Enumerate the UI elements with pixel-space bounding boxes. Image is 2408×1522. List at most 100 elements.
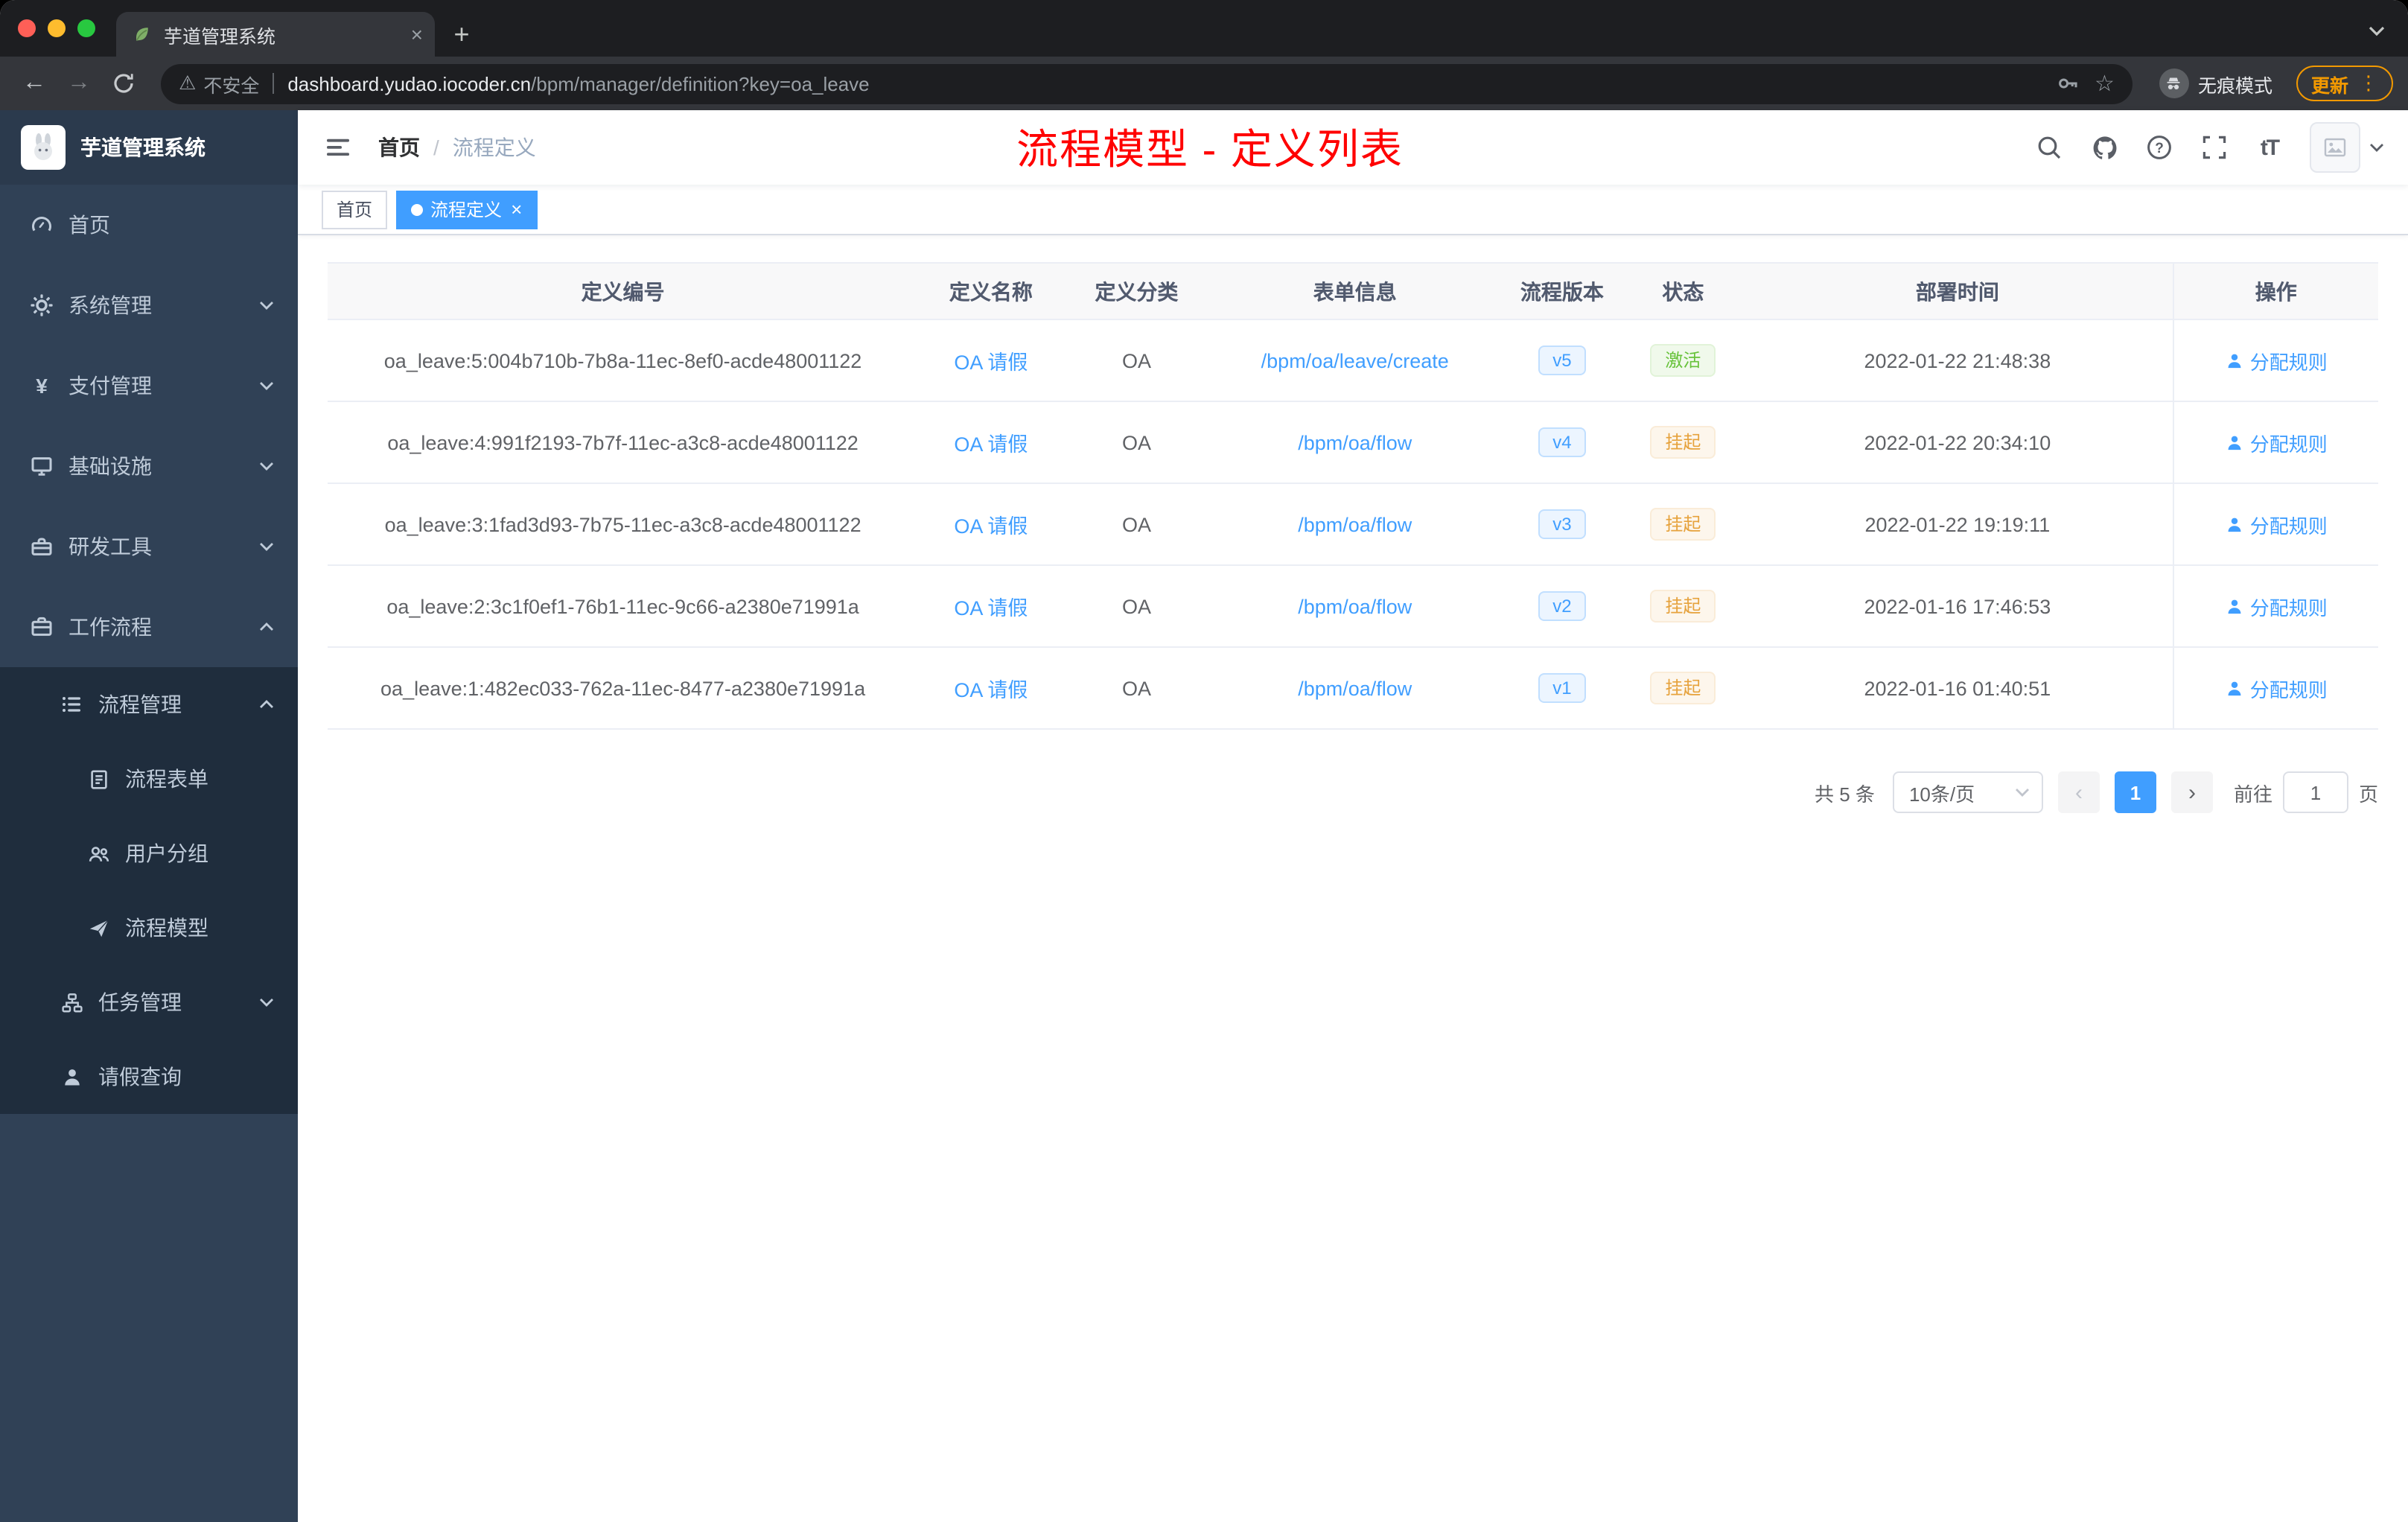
- page-unit-label: 页: [2358, 783, 2378, 805]
- sidebar-logo[interactable]: 芋道管理系统: [0, 110, 298, 185]
- tab-close-icon[interactable]: ×: [411, 24, 423, 45]
- assign-rule-link[interactable]: 分配规则: [2225, 346, 2328, 375]
- definition-name-link[interactable]: OA 请假: [954, 515, 1028, 538]
- font-size-icon[interactable]: tT: [2255, 133, 2284, 162]
- forward-button[interactable]: →: [60, 64, 98, 103]
- tab-title: 芋道管理系统: [164, 26, 276, 47]
- form-link[interactable]: /bpm/oa/leave/create: [1261, 349, 1449, 372]
- app-root: 芋道管理系统 首页 系统管理 ¥ 支付管理 基础设施 研发工具 工作流程 流程管…: [0, 110, 2408, 1522]
- minimize-window-button[interactable]: [48, 19, 66, 37]
- person-icon: [2228, 599, 2241, 614]
- address-bar[interactable]: ⚠ 不安全 dashboard.yudao.iocoder.cn/bpm/man…: [161, 63, 2133, 104]
- close-window-button[interactable]: [18, 19, 36, 37]
- person-icon: [60, 1065, 83, 1089]
- app-title: 芋道管理系统: [80, 136, 206, 159]
- security-label[interactable]: 不安全: [203, 69, 259, 98]
- sidebar-item-home[interactable]: 首页: [0, 185, 298, 265]
- version-badge: v4: [1538, 427, 1587, 457]
- goto-page-input[interactable]: [2282, 771, 2348, 813]
- table-row: oa_leave:5:004b710b-7b8a-11ec-8ef0-acde4…: [328, 319, 2378, 402]
- sidebar-item-user-group[interactable]: 用户分组: [0, 816, 298, 891]
- url-text[interactable]: dashboard.yudao.iocoder.cn/bpm/manager/d…: [287, 72, 2041, 95]
- col-definition-id: 定义编号: [328, 262, 919, 320]
- version-badge: v5: [1538, 346, 1587, 375]
- tag-home[interactable]: 首页: [322, 190, 388, 229]
- status-badge: 挂起: [1650, 426, 1716, 459]
- assign-rule-link[interactable]: 分配规则: [2225, 510, 2328, 538]
- zoom-window-button[interactable]: [77, 19, 95, 37]
- breadcrumb-separator: /: [433, 136, 439, 159]
- breadcrumb-home-link[interactable]: 首页: [378, 133, 420, 162]
- browser-tab[interactable]: 芋道管理系统 ×: [116, 12, 435, 57]
- chevron-down-icon: [259, 381, 274, 390]
- caret-down-icon: [2369, 143, 2384, 152]
- fullscreen-icon[interactable]: [2200, 133, 2229, 162]
- search-icon[interactable]: [2034, 133, 2064, 162]
- gear-icon: [30, 293, 54, 317]
- top-navbar: 首页 / 流程定义 流程模型 - 定义列表 ? tT: [298, 110, 2408, 185]
- sidebar-item-payment[interactable]: ¥ 支付管理: [0, 346, 298, 426]
- sidebar-item-dev-tools[interactable]: 研发工具: [0, 506, 298, 587]
- form-link[interactable]: /bpm/oa/flow: [1298, 595, 1412, 617]
- breadcrumb-current: 流程定义: [452, 136, 536, 159]
- breadcrumb: 首页 / 流程定义: [378, 133, 536, 162]
- assign-rule-link[interactable]: 分配规则: [2225, 428, 2328, 456]
- hamburger-icon[interactable]: [322, 131, 354, 164]
- page-number-button[interactable]: 1: [2114, 771, 2156, 813]
- tab-search-chevron-icon[interactable]: [2357, 12, 2396, 51]
- password-key-icon[interactable]: [2056, 71, 2080, 95]
- sidebar-item-process-model[interactable]: 流程模型: [0, 891, 298, 965]
- col-status: 状态: [1623, 262, 1743, 320]
- page-annotation-title: 流程模型 - 定义列表: [1016, 127, 1404, 173]
- browser-menu-dots-icon[interactable]: ⋮: [2359, 71, 2378, 95]
- update-label: 更新: [2310, 75, 2348, 96]
- prev-page-button[interactable]: ‹: [2057, 771, 2100, 813]
- chevron-down-icon: [259, 462, 274, 471]
- assign-rule-link[interactable]: 分配规则: [2225, 592, 2328, 620]
- cell-deploy-time: 2022-01-22 21:48:38: [1742, 319, 2173, 402]
- col-definition-name: 定义名称: [918, 262, 1064, 320]
- monitor-icon: [30, 454, 54, 478]
- page-size-select[interactable]: 10条/页: [1892, 771, 2043, 813]
- cell-category: OA: [1063, 401, 1210, 484]
- yen-icon: ¥: [36, 374, 48, 398]
- cell-definition-id: oa_leave:3:1fad3d93-7b75-11ec-a3c8-acde4…: [328, 483, 919, 566]
- sidebar-item-process-form[interactable]: 流程表单: [0, 742, 298, 816]
- url-host: dashboard.yudao.iocoder.cn: [287, 72, 532, 95]
- form-link[interactable]: /bpm/oa/flow: [1298, 677, 1412, 699]
- incognito-indicator: 无痕模式: [2159, 69, 2272, 98]
- tag-close-icon[interactable]: ×: [511, 200, 522, 219]
- sidebar-item-workflow[interactable]: 工作流程: [0, 587, 298, 667]
- next-page-button[interactable]: ›: [2170, 771, 2213, 813]
- sidebar-item-system[interactable]: 系统管理: [0, 265, 298, 346]
- definition-name-link[interactable]: OA 请假: [954, 351, 1028, 374]
- paper-plane-icon: [86, 916, 110, 940]
- definition-name-link[interactable]: OA 请假: [954, 679, 1028, 701]
- chevron-down-icon: [259, 301, 274, 310]
- help-question-icon[interactable]: ?: [2144, 133, 2174, 162]
- new-tab-button[interactable]: +: [441, 13, 482, 55]
- tag-process-definition[interactable]: 流程定义 ×: [396, 190, 538, 229]
- browser-window: 芋道管理系统 × + ← → ⚠ 不安全 dashboard.yudao.ioc…: [0, 0, 2408, 1522]
- incognito-label: 无痕模式: [2197, 75, 2272, 96]
- back-button[interactable]: ←: [15, 64, 54, 103]
- browser-update-button[interactable]: 更新 ⋮: [2296, 66, 2393, 101]
- form-link[interactable]: /bpm/oa/flow: [1298, 431, 1412, 453]
- definition-name-link[interactable]: OA 请假: [954, 597, 1028, 620]
- sidebar-item-process-management[interactable]: 流程管理: [0, 667, 298, 742]
- person-icon: [2228, 517, 2241, 532]
- form-link[interactable]: /bpm/oa/flow: [1298, 513, 1412, 535]
- table-row: oa_leave:2:3c1f0ef1-76b1-11ec-9c66-a2380…: [328, 565, 2378, 648]
- sidebar-item-leave-query[interactable]: 请假查询: [0, 1039, 298, 1114]
- definition-name-link[interactable]: OA 请假: [954, 433, 1028, 456]
- sidebar-item-task-management[interactable]: 任务管理: [0, 965, 298, 1039]
- sidebar-item-infrastructure[interactable]: 基础设施: [0, 426, 298, 506]
- user-avatar-menu[interactable]: [2310, 122, 2384, 173]
- github-icon[interactable]: [2089, 133, 2119, 162]
- table-row: oa_leave:1:482ec033-762a-11ec-8477-a2380…: [328, 647, 2378, 730]
- assign-rule-link[interactable]: 分配规则: [2225, 674, 2328, 702]
- bookmark-star-icon[interactable]: ☆: [2095, 70, 2115, 97]
- chevron-down-icon: [259, 542, 274, 551]
- tab-favicon-leaf-icon: [131, 24, 152, 45]
- reload-button[interactable]: [104, 64, 143, 103]
